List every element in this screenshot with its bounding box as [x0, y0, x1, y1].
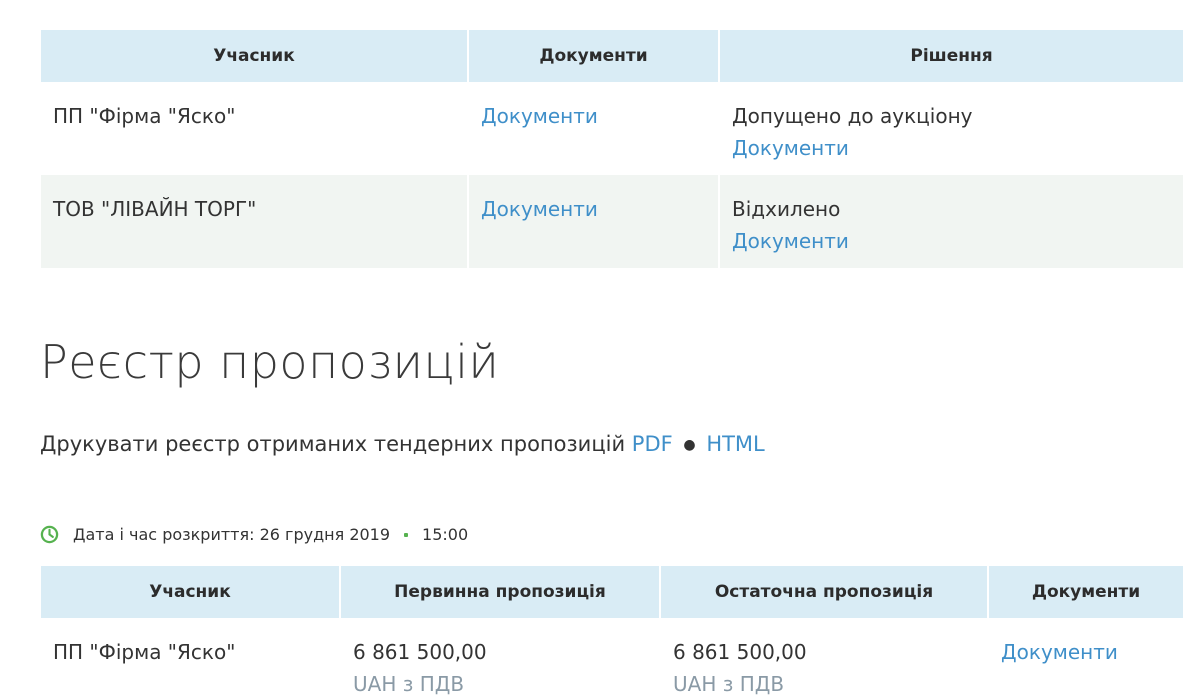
initial-offer-currency: UAH з ПДВ	[353, 672, 465, 696]
table-row: ПП "Фірма "Яско" Документи Допущено до а…	[41, 82, 1183, 175]
decision-status: Відхилено	[732, 197, 841, 221]
column-header-documents: Документи	[988, 566, 1183, 618]
clock-icon	[40, 525, 59, 544]
documents-link[interactable]: Документи	[1001, 640, 1118, 664]
column-header-participant: Учасник	[41, 566, 341, 618]
column-header-final-offer: Остаточна пропозиція	[660, 566, 989, 618]
participant-name: ПП "Фірма "Яско"	[41, 618, 341, 700]
pdf-link[interactable]: PDF	[632, 432, 673, 456]
table-header-row: Учасник Документи Рішення	[41, 30, 1183, 82]
decisions-table: Учасник Документи Рішення ПП "Фірма "Яск…	[41, 30, 1183, 268]
html-link[interactable]: HTML	[706, 432, 764, 456]
final-offer-currency: UAH з ПДВ	[673, 672, 785, 696]
decision-status: Допущено до аукціону	[732, 104, 973, 128]
column-header-initial-offer: Первинна пропозиція	[340, 566, 661, 618]
opening-date: Дата і час розкриття: 26 грудня 2019	[73, 525, 391, 544]
initial-offer-cell: 6 861 500,00 UAH з ПДВ	[340, 618, 661, 700]
final-offer-cell: 6 861 500,00 UAH з ПДВ	[660, 618, 989, 700]
decision-documents-link[interactable]: Документи	[732, 225, 1171, 257]
documents-link[interactable]: Документи	[481, 104, 598, 128]
table-row: ТОВ "ЛІВАЙН ТОРГ" Документи Відхилено До…	[41, 175, 1183, 268]
column-header-decision: Рішення	[719, 30, 1183, 82]
opening-time: 15:00	[422, 525, 469, 544]
table-row: ПП "Фірма "Яско" 6 861 500,00 UAH з ПДВ …	[41, 618, 1183, 700]
date-time-separator	[404, 532, 409, 537]
opening-date-line: Дата і час розкриття: 26 грудня 2019 15:…	[40, 525, 468, 544]
final-offer-amount: 6 861 500,00	[673, 640, 807, 664]
documents-link[interactable]: Документи	[481, 197, 598, 221]
print-registry-line: Друкувати реєстр отриманих тендерних про…	[40, 432, 765, 456]
table-header-row: Учасник Первинна пропозиція Остаточна пр…	[41, 566, 1183, 618]
separator-dot: ●	[683, 437, 696, 453]
print-label: Друкувати реєстр отриманих тендерних про…	[40, 432, 626, 456]
participant-name: ТОВ "ЛІВАЙН ТОРГ"	[41, 175, 469, 268]
offers-table: Учасник Первинна пропозиція Остаточна пр…	[41, 566, 1183, 700]
decision-cell: Допущено до аукціону Документи	[719, 82, 1183, 175]
decision-cell: Відхилено Документи	[719, 175, 1183, 268]
initial-offer-amount: 6 861 500,00	[353, 640, 487, 664]
participant-name: ПП "Фірма "Яско"	[41, 82, 469, 175]
documents-cell: Документи	[988, 618, 1183, 700]
documents-cell: Документи	[468, 175, 720, 268]
column-header-participant: Учасник	[41, 30, 469, 82]
documents-cell: Документи	[468, 82, 720, 175]
decision-documents-link[interactable]: Документи	[732, 132, 1171, 164]
registry-title: Реєстр пропозицій	[40, 335, 500, 389]
column-header-documents: Документи	[468, 30, 720, 82]
